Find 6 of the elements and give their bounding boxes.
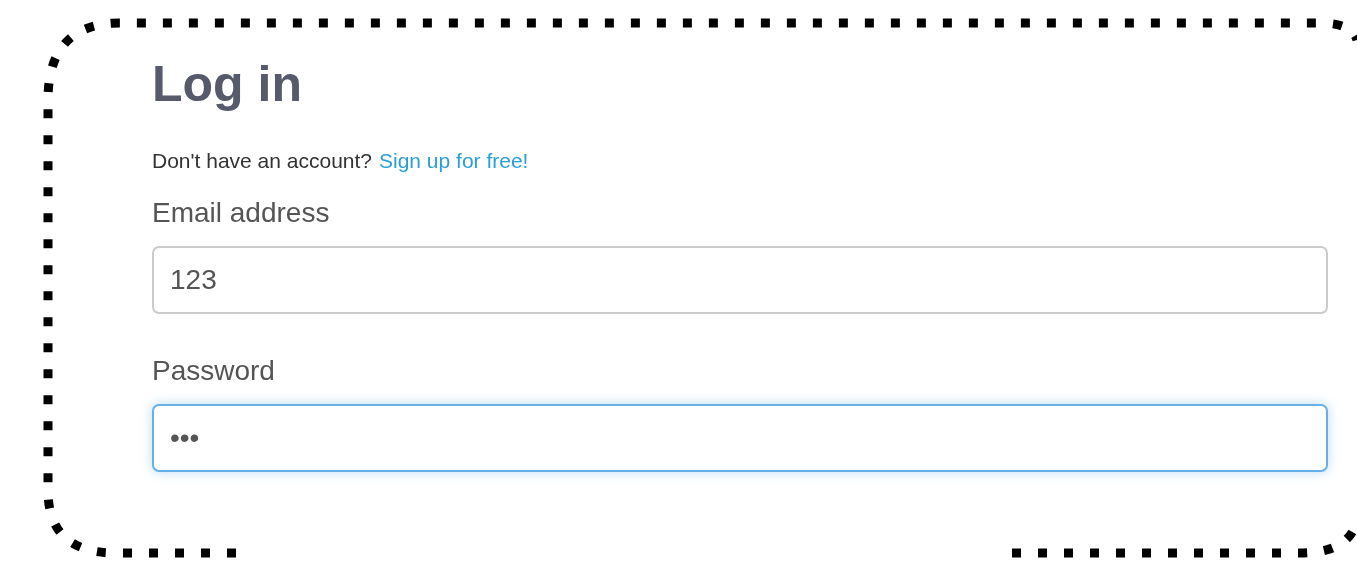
signup-prompt: Don't have an account? [152,148,372,174]
input-field[interactable]: ••• [152,404,1328,472]
field-label: Password [152,354,275,388]
page-title: Log in [152,55,303,114]
field-label: Email address [152,196,330,230]
input-field[interactable]: 123 [152,246,1328,314]
